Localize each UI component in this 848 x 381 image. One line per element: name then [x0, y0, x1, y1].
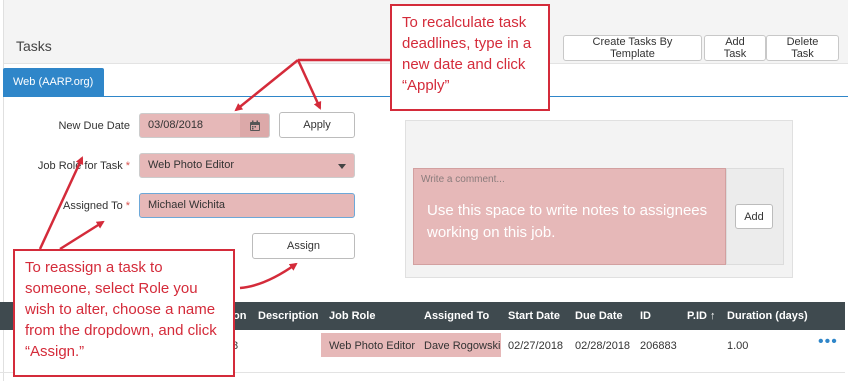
column-header[interactable]: on: [233, 310, 246, 322]
job-role-label: Job Role for Task *: [20, 160, 130, 172]
job-role-label-text: Job Role for Task: [37, 160, 123, 172]
table-cell-assigned-to: Dave Rogowski: [424, 340, 501, 352]
table-cell-duration: 1.00: [727, 340, 749, 352]
comment-placeholder: Write a comment...: [421, 174, 505, 185]
chevron-down-icon: [338, 164, 346, 169]
required-marker: *: [125, 200, 130, 212]
callout-recalculate: To recalculate task deadlines, type in a…: [390, 4, 550, 111]
job-role-select[interactable]: Web Photo Editor: [139, 153, 355, 178]
tab-web-aarp[interactable]: Web (AARP.org): [3, 68, 104, 96]
date-picker-button[interactable]: [240, 113, 270, 138]
column-header[interactable]: Duration (days): [727, 310, 808, 322]
assigned-to-label-text: Assigned To: [62, 200, 123, 212]
table-cell-due-date: 02/28/2018: [575, 340, 631, 352]
apply-button[interactable]: Apply: [279, 112, 355, 138]
column-header[interactable]: Due Date: [575, 310, 623, 322]
calendar-icon: [249, 120, 260, 131]
comment-annotation: Use this space to write notes to assigne…: [427, 202, 708, 241]
callout-reassign: To reassign a task to someone, select Ro…: [13, 249, 235, 377]
column-header[interactable]: Description: [258, 310, 319, 322]
column-header[interactable]: Job Role: [329, 310, 375, 322]
delete-task-button[interactable]: Delete Task: [766, 35, 839, 61]
column-header[interactable]: P.ID ↑: [687, 310, 716, 322]
column-header[interactable]: Start Date: [508, 310, 560, 322]
create-tasks-by-template-button[interactable]: Create Tasks By Template: [563, 35, 702, 61]
page: Tasks Create Tasks By Template Add Task …: [0, 0, 848, 381]
table-cell-job-role: Web Photo Editor: [329, 340, 416, 352]
page-title: Tasks: [16, 38, 52, 54]
column-header[interactable]: Assigned To: [424, 310, 489, 322]
more-dots-icon[interactable]: •••: [818, 334, 838, 350]
column-header[interactable]: ID: [640, 310, 651, 322]
add-task-button[interactable]: Add Task: [704, 35, 766, 61]
table-cell-id: 206883: [640, 340, 677, 352]
required-marker: *: [125, 160, 130, 172]
assigned-to-label: Assigned To *: [20, 200, 130, 212]
new-due-date-input[interactable]: 03/08/2018: [139, 113, 241, 138]
add-comment-button[interactable]: Add: [735, 204, 773, 229]
job-role-select-value: Web Photo Editor: [148, 159, 235, 171]
table-cell-start-date: 02/27/2018: [508, 340, 564, 352]
new-due-date-label: New Due Date: [58, 120, 130, 132]
assign-button[interactable]: Assign: [252, 233, 355, 259]
assigned-to-input[interactable]: Michael Wichita: [139, 193, 355, 218]
